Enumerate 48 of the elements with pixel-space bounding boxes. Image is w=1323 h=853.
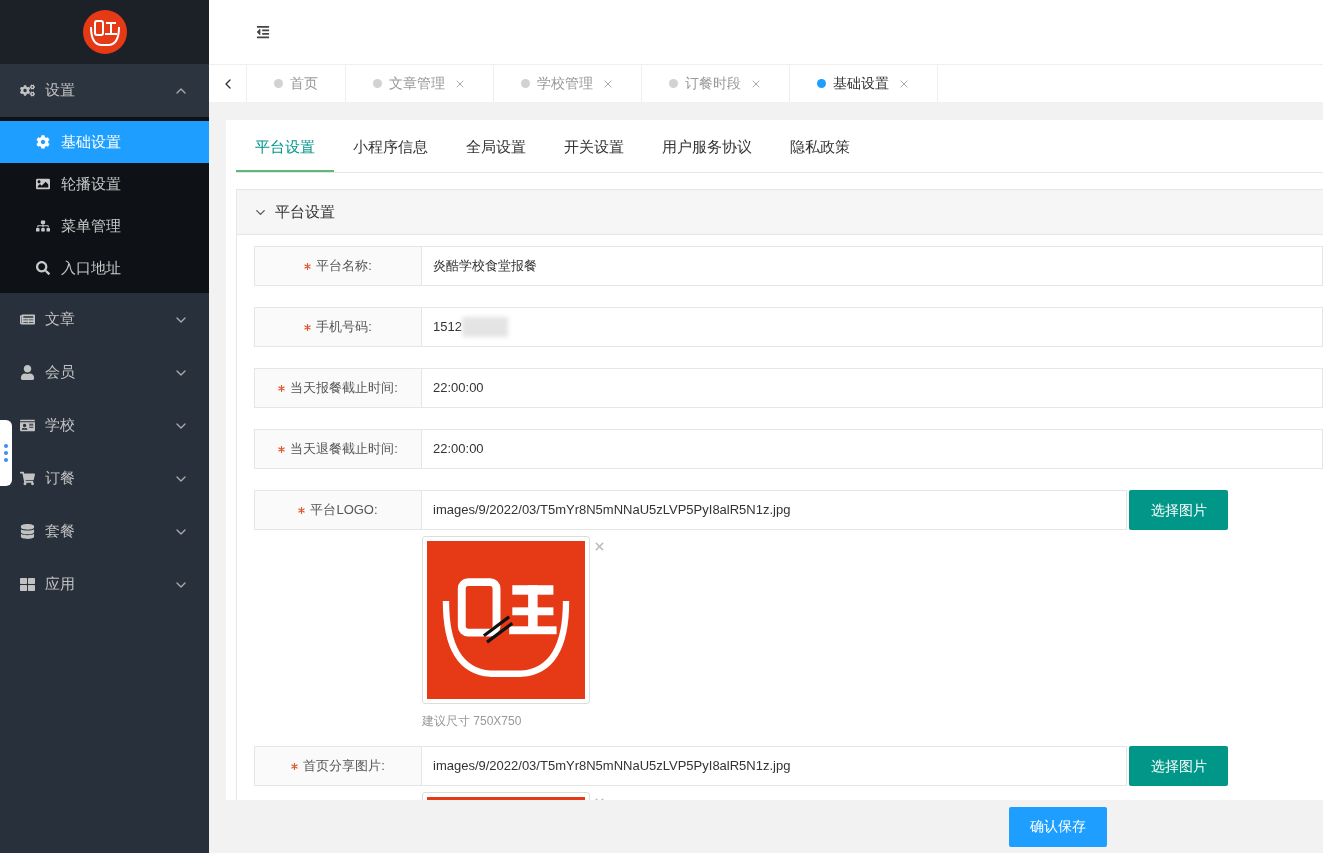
text-field[interactable]: 22:00:00 xyxy=(422,368,1323,408)
menu-item[interactable]: 应用 xyxy=(0,558,209,611)
grid-icon xyxy=(20,577,35,592)
panel-header[interactable]: 平台设置 xyxy=(237,190,1323,235)
submenu-item[interactable]: 菜单管理 xyxy=(0,205,209,247)
settings-tab[interactable]: 小程序信息 xyxy=(334,124,447,172)
newspaper-icon xyxy=(20,312,35,327)
database-icon xyxy=(20,524,35,539)
text-field[interactable]: 炎酷学校食堂报餐 xyxy=(422,246,1323,286)
settings-tab[interactable]: 平台设置 xyxy=(236,124,334,172)
choose-image-button[interactable]: 选择图片 xyxy=(1129,490,1228,530)
size-hint: 建议尺寸 750X750 xyxy=(422,713,523,730)
settings-tab[interactable]: 隐私政策 xyxy=(771,124,869,172)
page-tab[interactable]: 基础设置 xyxy=(790,65,938,102)
settings-tab[interactable]: 用户服务协议 xyxy=(643,124,771,172)
field-label: 手机号码: xyxy=(254,307,422,347)
submenu-item[interactable]: 轮播设置 xyxy=(0,163,209,205)
menu-item[interactable]: 学校 xyxy=(0,399,209,452)
text-field[interactable]: images/9/2022/03/T5mYr8N5mNNaU5zLVP5PyI8alR5N1z.jpg xyxy=(422,490,1127,530)
user-icon xyxy=(20,365,35,380)
choose-image-button[interactable]: 选择图片 xyxy=(1129,746,1228,786)
field-label: 首页分享图片: xyxy=(254,746,422,786)
menu-item[interactable]: 文章 xyxy=(0,293,209,346)
image-icon xyxy=(36,177,50,191)
menu-toggle-icon[interactable] xyxy=(255,25,271,39)
gears-icon xyxy=(20,83,35,98)
settings-tab[interactable]: 开关设置 xyxy=(545,124,643,172)
menu-item[interactable]: 订餐 xyxy=(0,452,209,505)
logo-icon xyxy=(82,10,127,54)
cart-icon xyxy=(20,471,35,486)
field-label: 平台名称: xyxy=(254,246,422,286)
text-field[interactable]: 22:00:00 xyxy=(422,429,1323,469)
text-field[interactable]: images/9/2022/03/T5mYr8N5mNNaU5zLVP5PyI8alR5N1z.jpg xyxy=(422,746,1127,786)
field-label: 当天报餐截止时间: xyxy=(254,368,422,408)
quick-access-menu[interactable] xyxy=(0,420,12,486)
gear-icon xyxy=(36,135,50,149)
remove-icon[interactable] xyxy=(593,540,606,553)
menu-item[interactable]: 会员 xyxy=(0,346,209,399)
search-icon xyxy=(36,261,50,275)
text-field[interactable]: 1512 xyxy=(422,307,1323,347)
field-label: 当天退餐截止时间: xyxy=(254,429,422,469)
field-label: 平台LOGO: xyxy=(254,490,422,530)
id-card-icon xyxy=(20,418,35,433)
submenu-item[interactable]: 入口地址 xyxy=(0,247,209,289)
menu-item[interactable]: 设置 xyxy=(0,64,209,117)
menu-item[interactable]: 套餐 xyxy=(0,505,209,558)
settings-tab[interactable]: 全局设置 xyxy=(447,124,545,172)
sitemap-icon xyxy=(36,219,50,233)
